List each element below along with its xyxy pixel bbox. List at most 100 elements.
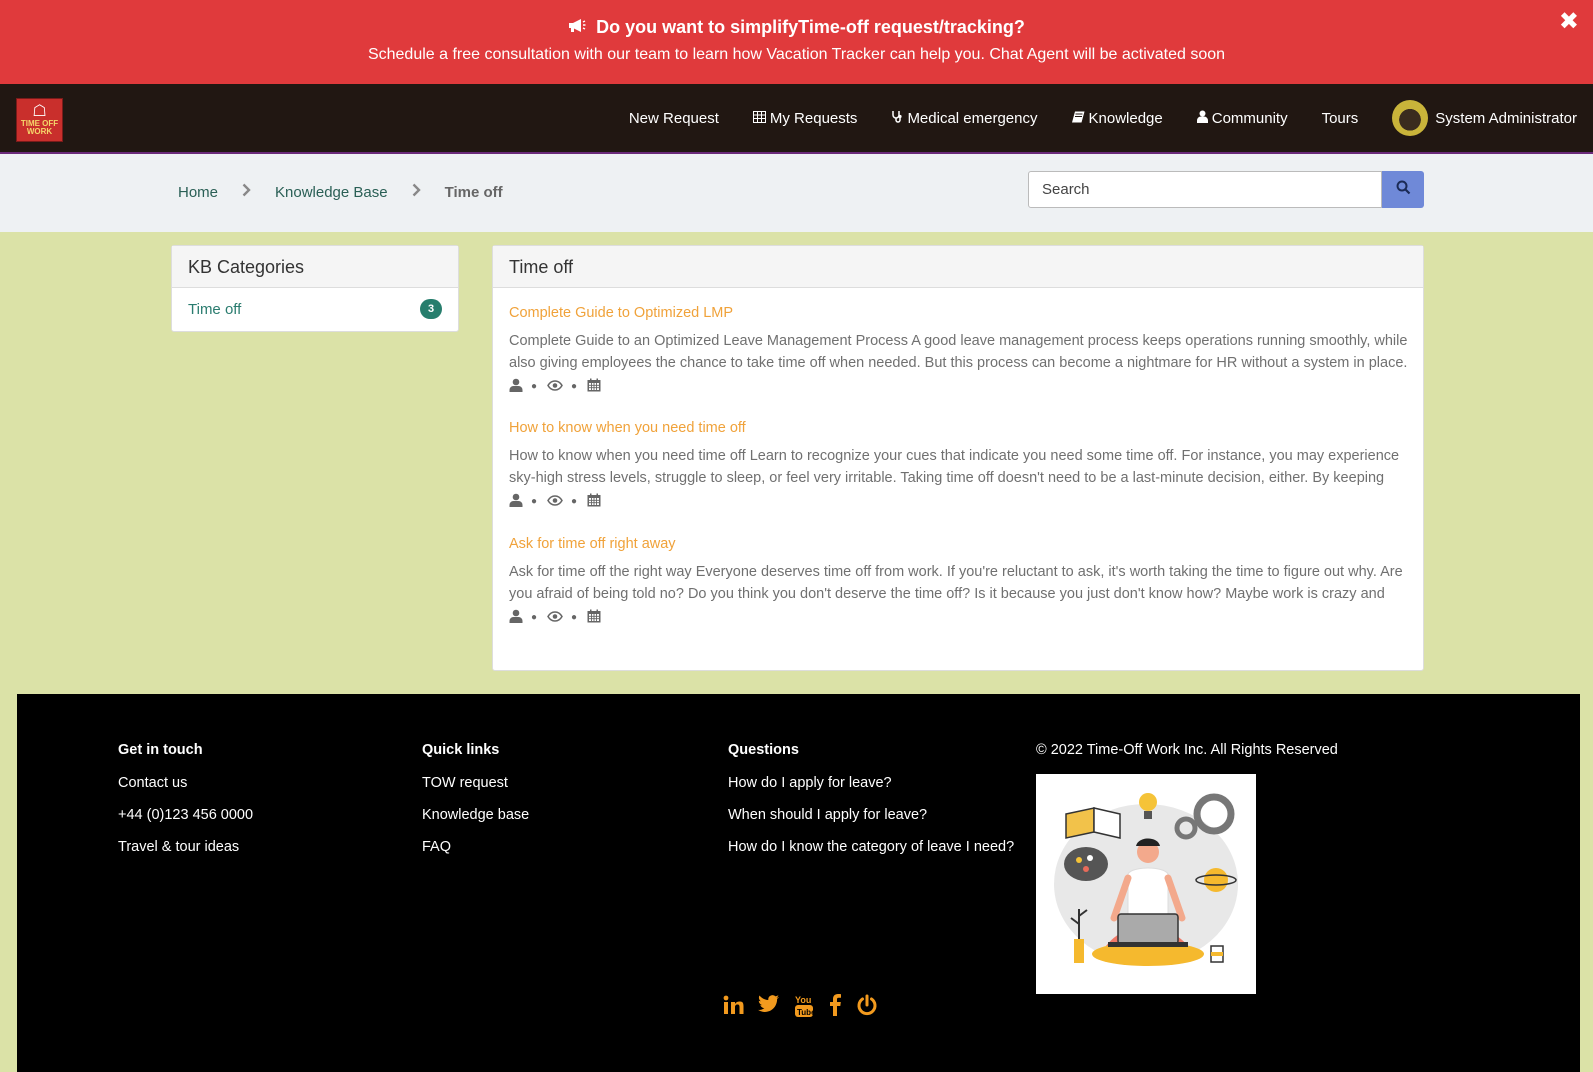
twitter-icon[interactable] xyxy=(758,994,780,1018)
kb-categories-heading: KB Categories xyxy=(172,246,458,288)
footer-link-knowledge-base[interactable]: Knowledge base xyxy=(422,807,529,823)
footer-link-faq[interactable]: FAQ xyxy=(422,839,529,855)
footer-heading: Quick links xyxy=(422,742,500,758)
footer-link-question[interactable]: When should I apply for leave? xyxy=(728,807,1014,823)
article-title-link[interactable]: How to know when you need time off xyxy=(509,420,1409,436)
stethoscope-icon xyxy=(891,110,903,126)
nav-knowledge-label: Knowledge xyxy=(1088,109,1163,127)
meta-separator: ● xyxy=(571,496,578,507)
category-label: Time off xyxy=(188,300,242,318)
footer-link-question[interactable]: How do I apply for leave? xyxy=(728,775,1014,791)
article-excerpt: Ask for time off the right way Everyone … xyxy=(509,564,1403,602)
nav-tours[interactable]: Tours xyxy=(1322,110,1359,127)
promo-banner: Do you want to simplifyTime-off request/… xyxy=(0,0,1593,84)
article-meta: ● ● xyxy=(509,493,1409,510)
footer-heading: Questions xyxy=(728,742,799,758)
chevron-right-icon xyxy=(242,183,251,202)
main-nav: New Request My Requests Medical emergenc… xyxy=(629,84,1593,152)
article-item: Complete Guide to Optimized LMP Complete… xyxy=(509,305,1409,395)
breadcrumb-home[interactable]: Home xyxy=(178,184,218,201)
banner-subtitle: Schedule a free consultation with our te… xyxy=(367,46,1226,63)
meta-separator: ● xyxy=(571,381,578,392)
articles-panel: Time off Complete Guide to Optimized LMP… xyxy=(492,245,1424,671)
author-icon xyxy=(509,493,523,510)
nav-new-request-label: New Request xyxy=(628,109,719,127)
article-meta: ● ● xyxy=(509,378,1409,395)
article-meta: ● ● xyxy=(509,609,1409,626)
logo[interactable]: ☖ TIME OFF WORK xyxy=(16,98,63,142)
book-icon xyxy=(1071,111,1085,126)
article-title-link[interactable]: Complete Guide to Optimized LMP xyxy=(509,305,1409,321)
article-title-link[interactable]: Ask for time off right away xyxy=(509,536,1409,552)
calendar-icon xyxy=(587,609,601,626)
eye-icon xyxy=(547,494,563,509)
meta-separator: ● xyxy=(531,612,538,623)
author-icon xyxy=(509,378,523,395)
nav-my-requests-label: My Requests xyxy=(769,109,858,127)
user-icon xyxy=(1196,110,1208,126)
meta-separator: ● xyxy=(531,381,538,392)
footer-heading: Get in touch xyxy=(118,742,203,758)
search-input[interactable] xyxy=(1028,171,1382,208)
search-form xyxy=(1028,171,1424,208)
article-excerpt: How to know when you need time off Learn… xyxy=(509,448,1400,486)
breadcrumb-knowledge-base[interactable]: Knowledge Base xyxy=(275,184,388,201)
footer-link-question[interactable]: How do I know the category of leave I ne… xyxy=(728,839,1014,855)
calendar-icon xyxy=(587,378,601,395)
banner-title: Do you want to simplifyTime-off request/… xyxy=(596,17,1025,37)
author-icon xyxy=(509,609,523,626)
article-item: How to know when you need time off How t… xyxy=(509,420,1409,510)
table-icon xyxy=(752,110,766,126)
close-icon[interactable]: ✖ xyxy=(1559,8,1579,36)
article-item: Ask for time off right away Ask for time… xyxy=(509,536,1409,626)
breadcrumb-bar: Home Knowledge Base Time off xyxy=(0,154,1593,232)
calendar-icon xyxy=(587,493,601,510)
nav-tours-label: Tours xyxy=(1321,109,1359,127)
category-item-time-off[interactable]: Time off 3 xyxy=(172,288,458,330)
nav-knowledge[interactable]: Knowledge xyxy=(1071,109,1163,127)
kb-categories-panel: KB Categories Time off 3 xyxy=(171,245,459,332)
footer-quick-links: Quick links TOW request Knowledge base F… xyxy=(422,742,529,871)
search-icon xyxy=(1396,180,1411,200)
nav-medical-label: Medical emergency xyxy=(907,109,1038,127)
svg-text:You: You xyxy=(795,995,811,1005)
nav-medical-emergency[interactable]: Medical emergency xyxy=(891,109,1038,127)
avatar xyxy=(1392,100,1429,136)
meta-separator: ● xyxy=(531,496,538,507)
power-icon[interactable] xyxy=(856,994,878,1018)
megaphone-icon xyxy=(568,18,586,38)
eye-icon xyxy=(547,379,563,394)
footer-link-travel[interactable]: Travel & tour ideas xyxy=(118,839,253,855)
chevron-right-icon xyxy=(412,183,421,202)
category-count-badge: 3 xyxy=(420,299,442,319)
footer-questions: Questions How do I apply for leave? When… xyxy=(728,742,1014,871)
svg-text:Tube: Tube xyxy=(797,1008,814,1017)
facebook-icon[interactable] xyxy=(828,994,842,1018)
copyright-text: © 2022 Time-Off Work Inc. All Rights Res… xyxy=(1036,742,1338,758)
linkedin-icon[interactable] xyxy=(722,994,744,1018)
social-links: You Tube xyxy=(722,994,878,1018)
breadcrumb-current: Time off xyxy=(444,184,503,201)
nav-community-label: Community xyxy=(1211,109,1288,127)
breadcrumb: Home Knowledge Base Time off xyxy=(178,183,503,202)
banner-title-row: Do you want to simplifyTime-off request/… xyxy=(0,17,1593,38)
meta-separator: ● xyxy=(571,612,578,623)
logo-mark-icon: ☖ xyxy=(32,103,47,120)
article-excerpt: Complete Guide to an Optimized Leave Man… xyxy=(509,333,1408,371)
top-navbar: ☖ TIME OFF WORK New Request My Requests … xyxy=(0,84,1593,154)
footer-link-phone[interactable]: +44 (0)123 456 0000 xyxy=(118,807,253,823)
articles-heading: Time off xyxy=(493,246,1423,288)
footer-link-contact[interactable]: Contact us xyxy=(118,775,253,791)
nav-user-label: System Administrator xyxy=(1435,109,1577,127)
nav-community[interactable]: Community xyxy=(1196,109,1288,127)
footer-get-in-touch: Get in touch Contact us +44 (0)123 456 0… xyxy=(118,742,253,871)
youtube-icon[interactable]: You Tube xyxy=(794,994,814,1018)
footer: Get in touch Contact us +44 (0)123 456 0… xyxy=(17,694,1580,1072)
search-button[interactable] xyxy=(1382,171,1424,208)
nav-my-requests[interactable]: My Requests xyxy=(752,109,858,127)
nav-user-menu[interactable]: System Administrator xyxy=(1392,100,1577,136)
logo-text-2: WORK xyxy=(26,127,53,136)
nav-new-request[interactable]: New Request xyxy=(629,110,719,127)
footer-link-tow-request[interactable]: TOW request xyxy=(422,775,529,791)
eye-icon xyxy=(547,610,563,625)
